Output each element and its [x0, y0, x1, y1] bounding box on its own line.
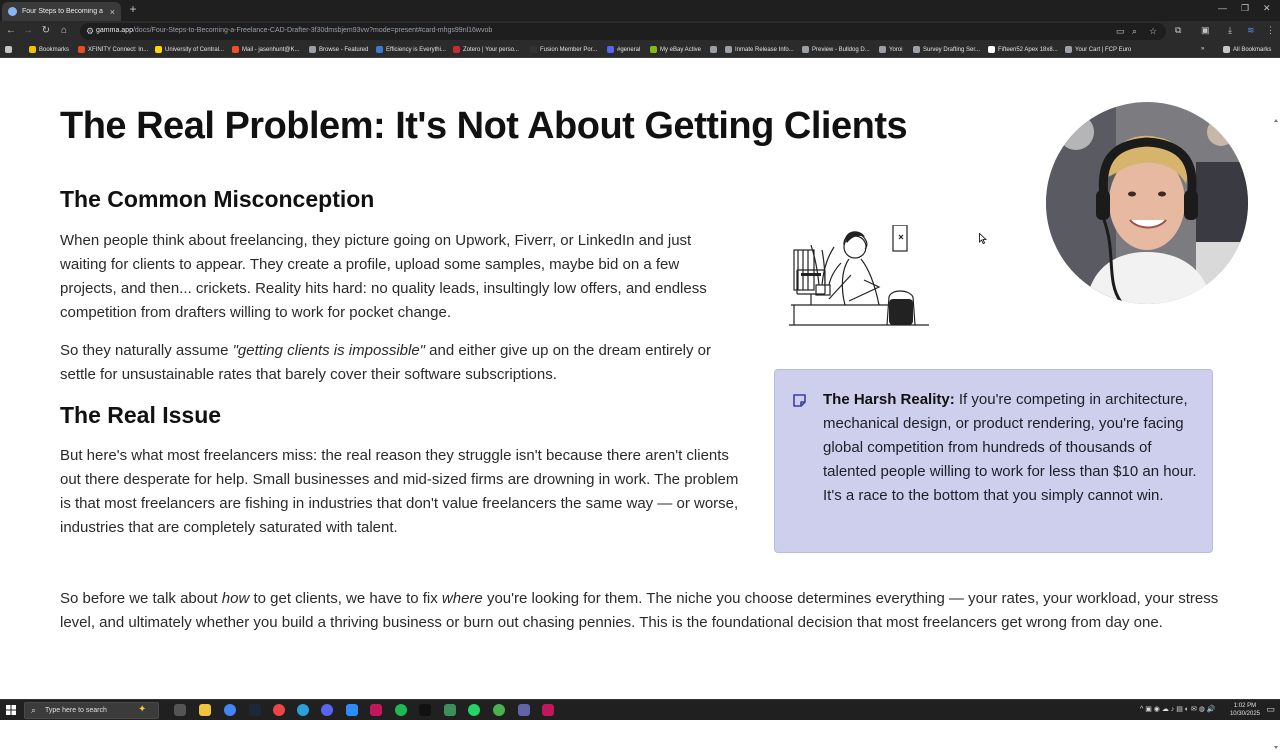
bookmark-item[interactable]: Your Cart | FCP Euro — [1065, 46, 1131, 53]
extension-icon[interactable]: ≋ — [1247, 25, 1255, 36]
windows-taskbar: ⌕ Type here to search ✦ ^ ▣ ◉ ☁ ♪ ▤ ◐ ✉ … — [0, 699, 1280, 720]
system-tray-icons[interactable]: ^ ▣ ◉ ☁ ♪ ▤ ◐ ✉ ◍ 🔊 — [1140, 705, 1216, 713]
more-bookmarks-icon[interactable]: » — [1201, 46, 1204, 52]
bookmark-item[interactable]: Fifteen52 Apex 18x8... — [988, 46, 1058, 53]
harsh-reality-callout: The Harsh Reality: If you're competing i… — [774, 369, 1213, 553]
section-heading: The Real Issue — [60, 402, 222, 428]
presenter-webcam-avatar — [1046, 102, 1248, 304]
url-host: gamma.app — [96, 27, 133, 34]
address-bar[interactable]: ⚙ gamma.app/docs/Four-Steps-to-Becoming-… — [80, 23, 1166, 40]
emphasis-text: how — [221, 590, 250, 607]
bookmark-item[interactable]: #general — [607, 46, 640, 53]
page-content: The Real Problem: It's Not About Getting… — [0, 58, 1280, 749]
bookmark-item[interactable]: Zotero | Your perso... — [453, 46, 519, 53]
app-icon[interactable] — [370, 704, 382, 716]
browser-tab-bar: Four Steps to Becoming a Freel × + — ❐ ✕ — [0, 0, 1280, 21]
close-window-icon[interactable]: ✕ — [1263, 3, 1271, 14]
site-info-icon[interactable]: ⚙ — [86, 26, 94, 37]
menu-icon[interactable]: ⋮ — [1266, 25, 1275, 36]
bookmark-item[interactable]: Fusion Member Por... — [530, 46, 597, 53]
bookmark-item[interactable]: Bookmarks — [29, 46, 69, 53]
app-icon[interactable] — [321, 704, 333, 716]
spotify-icon[interactable] — [395, 704, 407, 716]
bookmark-item[interactable]: Preview - Bulldog D... — [802, 46, 870, 53]
zoom-app-icon[interactable] — [346, 704, 358, 716]
bookmark-item[interactable]: Survey Drafting Ser... — [913, 46, 980, 53]
extensions-icon[interactable]: ⧉ — [1175, 25, 1181, 36]
search-icon: ⌕ — [31, 705, 37, 715]
gamma-favicon-icon — [8, 7, 17, 16]
back-icon[interactable]: ← — [4, 25, 18, 36]
bookmark-star-icon[interactable]: ☆ — [1149, 26, 1157, 37]
search-placeholder: Type here to search — [45, 707, 107, 714]
tab-close-icon[interactable]: × — [110, 7, 115, 17]
bookmark-item[interactable] — [710, 46, 717, 53]
reload-icon[interactable]: ↻ — [39, 25, 53, 36]
paragraph: So they naturally assume "getting client… — [60, 342, 712, 383]
callout-label: The Harsh Reality: — [823, 391, 955, 408]
bookmark-item[interactable]: XFINITY Connect: In... — [78, 46, 148, 53]
teams-icon[interactable] — [518, 704, 530, 716]
apps-icon[interactable] — [5, 46, 12, 53]
clock-time: 1:02 PM — [1233, 703, 1257, 709]
maximize-icon[interactable]: ❐ — [1241, 3, 1249, 14]
bookmark-item[interactable]: Inmate Release Info... — [725, 46, 794, 53]
emphasis-text: "getting clients is impossible" — [232, 342, 425, 359]
app-icon[interactable] — [273, 704, 285, 716]
notifications-icon[interactable]: ▭ — [1266, 704, 1275, 715]
telegram-icon[interactable] — [297, 704, 309, 716]
app-icon[interactable] — [419, 704, 431, 716]
taskbar-search[interactable]: ⌕ Type here to search ✦ — [24, 702, 159, 719]
browser-toolbar: ← → ↻ ⌂ ⚙ gamma.app/docs/Four-Steps-to-B… — [0, 21, 1280, 42]
all-bookmarks-folder[interactable]: All Bookmarks — [1223, 46, 1271, 53]
page-scrollbar[interactable] — [1272, 116, 1280, 753]
bookmark-item[interactable]: University of Central... — [155, 46, 224, 53]
new-tab-button[interactable]: + — [126, 3, 140, 17]
bookmark-item[interactable]: Yoroi — [879, 46, 902, 53]
taskbar-clock[interactable]: 1:02 PM 10/30/2025 — [1230, 702, 1260, 718]
bookmark-item[interactable]: Browse - Featured — [309, 46, 368, 53]
paragraph: But here's what most freelancers miss: t… — [60, 447, 739, 536]
url-path: /docs/Four-Steps-to-Becoming-a-Freelance… — [132, 27, 493, 34]
steam-icon[interactable] — [249, 704, 261, 716]
tab-title: Four Steps to Becoming a Freel — [22, 8, 105, 15]
emphasis-text: where — [441, 590, 483, 607]
person-at-desk-illustration — [789, 225, 929, 326]
task-view-icon[interactable] — [174, 704, 186, 716]
search-highlight-icon: ✦ — [138, 704, 147, 715]
download-icon[interactable]: ⤓ — [1228, 25, 1232, 36]
bookmarks-bar: Bookmarks XFINITY Connect: In... Univers… — [0, 42, 1280, 58]
whatsapp-icon[interactable] — [468, 704, 480, 716]
section-heading: The Common Misconception — [60, 186, 375, 212]
bookmark-item[interactable]: Efficiency is Everythi... — [376, 46, 446, 53]
bookmark-item[interactable]: My eBay Active — [650, 46, 701, 53]
zoom-icon[interactable]: ⌕ — [1132, 26, 1137, 37]
app-icon[interactable] — [542, 704, 554, 716]
app-icon[interactable] — [493, 704, 505, 716]
clock-date: 10/30/2025 — [1229, 711, 1260, 717]
bookmark-item[interactable]: Mail - jasenhunt@K... — [232, 46, 299, 53]
split-view-icon[interactable]: ▣ — [1201, 25, 1210, 36]
callout-text: The Harsh Reality: If you're competing i… — [823, 391, 1197, 504]
paragraph: When people think about freelancing, the… — [60, 232, 707, 321]
home-icon[interactable]: ⌂ — [57, 25, 71, 36]
browser-tab[interactable]: Four Steps to Becoming a Freel × — [2, 2, 121, 21]
closing-paragraph: So before we talk about how to get clien… — [60, 590, 1219, 631]
app-icon[interactable] — [444, 704, 456, 716]
minimize-icon[interactable]: — — [1218, 3, 1227, 13]
windows-start-icon[interactable] — [6, 705, 16, 715]
forward-icon[interactable]: → — [21, 25, 35, 36]
note-icon — [793, 394, 806, 407]
file-explorer-icon[interactable] — [199, 704, 211, 716]
mouse-cursor-icon — [979, 233, 987, 244]
chrome-icon[interactable] — [224, 704, 236, 716]
url-text[interactable]: gamma.app/docs/Four-Steps-to-Becoming-a-… — [96, 27, 492, 34]
cast-icon[interactable]: ▭ — [1116, 26, 1125, 37]
page-title: The Real Problem: It's Not About Getting… — [60, 105, 908, 147]
